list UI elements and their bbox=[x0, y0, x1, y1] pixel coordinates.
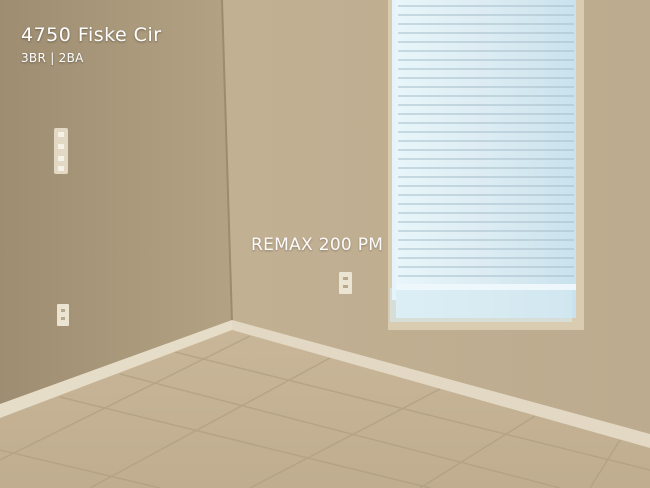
window-blind-rail bbox=[396, 284, 576, 290]
listing-address: 4750 Fiske Cir bbox=[21, 24, 162, 46]
watermark-text: REMAX 200 PM bbox=[251, 235, 384, 255]
outlet-right-wall bbox=[339, 272, 352, 294]
window-edge-glow bbox=[392, 0, 396, 300]
outlet-left-wall bbox=[57, 304, 69, 326]
listing-details: 3BR | 2BA bbox=[21, 51, 84, 65]
room-photo: 4750 Fiske Cir 3BR | 2BA REMAX 200 PM bbox=[0, 0, 650, 488]
window-sill bbox=[390, 288, 572, 322]
